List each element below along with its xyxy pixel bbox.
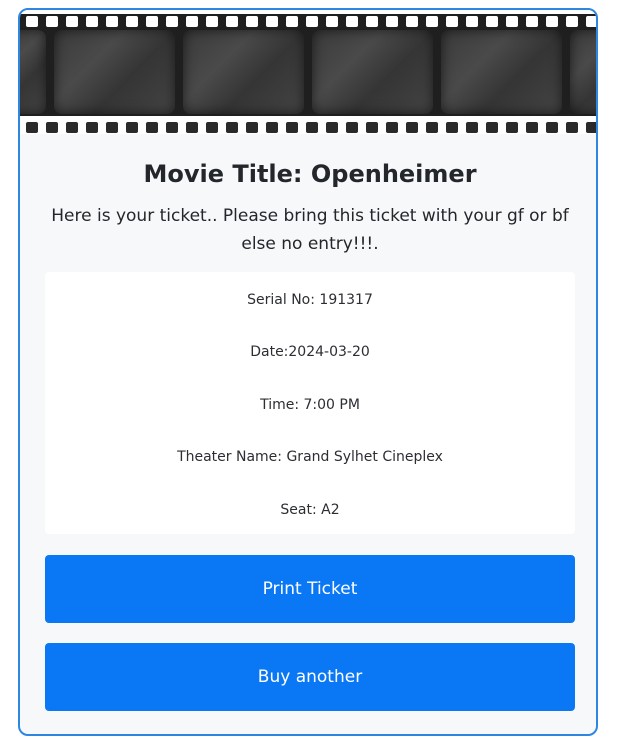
sprocket-hole — [86, 122, 98, 133]
sprocket-hole — [306, 16, 318, 27]
film-strip-image — [20, 10, 596, 134]
film-strip-bottom-holes — [26, 122, 596, 133]
sprocket-hole — [106, 122, 118, 133]
sprocket-hole — [306, 122, 318, 133]
sprocket-hole — [566, 122, 578, 133]
sprocket-hole — [26, 122, 38, 133]
film-frame — [20, 30, 46, 114]
sprocket-hole — [406, 122, 418, 133]
sprocket-hole — [46, 16, 58, 27]
sprocket-hole — [146, 122, 158, 133]
sprocket-hole — [246, 16, 258, 27]
sprocket-hole — [466, 16, 478, 27]
sprocket-hole — [366, 122, 378, 133]
ticket-card: Movie Title: Openheimer Here is your tic… — [18, 8, 598, 736]
sprocket-hole — [226, 122, 238, 133]
sprocket-hole — [246, 122, 258, 133]
sprocket-hole — [526, 122, 538, 133]
sprocket-hole — [426, 122, 438, 133]
show-date: Date:2024-03-20 — [250, 344, 370, 360]
sprocket-hole — [486, 122, 498, 133]
sprocket-hole — [466, 122, 478, 133]
sprocket-hole — [266, 122, 278, 133]
sprocket-hole — [386, 122, 398, 133]
film-frame — [54, 30, 175, 114]
sprocket-hole — [406, 16, 418, 27]
sprocket-hole — [106, 16, 118, 27]
sprocket-hole — [86, 16, 98, 27]
sprocket-hole — [566, 16, 578, 27]
film-frame — [441, 30, 562, 114]
sprocket-hole — [426, 16, 438, 27]
film-frame — [183, 30, 304, 114]
buy-another-button[interactable]: Buy another — [45, 643, 575, 711]
sprocket-hole — [326, 16, 338, 27]
sprocket-hole — [166, 122, 178, 133]
sprocket-hole — [286, 122, 298, 133]
theater-name: Theater Name: Grand Sylhet Cineplex — [177, 449, 443, 465]
print-ticket-button[interactable]: Print Ticket — [45, 555, 575, 623]
sprocket-hole — [366, 16, 378, 27]
sprocket-hole — [186, 16, 198, 27]
sprocket-hole — [446, 122, 458, 133]
sprocket-hole — [46, 122, 58, 133]
sprocket-hole — [166, 16, 178, 27]
sprocket-hole — [206, 122, 218, 133]
sprocket-hole — [326, 122, 338, 133]
film-frame — [312, 30, 433, 114]
sprocket-hole — [66, 122, 78, 133]
sprocket-hole — [506, 122, 518, 133]
sprocket-hole — [66, 16, 78, 27]
sprocket-hole — [486, 16, 498, 27]
ticket-message: Here is your ticket.. Please bring this … — [51, 206, 569, 254]
sprocket-hole — [506, 16, 518, 27]
sprocket-hole — [126, 122, 138, 133]
sprocket-hole — [586, 122, 596, 133]
sprocket-hole — [146, 16, 158, 27]
sprocket-hole — [446, 16, 458, 27]
sprocket-hole — [186, 122, 198, 133]
sprocket-hole — [26, 16, 38, 27]
sprocket-hole — [286, 16, 298, 27]
movie-title: Movie Title: Openheimer — [143, 160, 477, 188]
ticket-details-panel: Serial No: 191317 Date:2024-03-20 Time: … — [45, 272, 575, 534]
sprocket-hole — [346, 122, 358, 133]
sprocket-hole — [346, 16, 358, 27]
sprocket-hole — [266, 16, 278, 27]
serial-number: Serial No: 191317 — [247, 292, 373, 308]
sprocket-hole — [586, 16, 596, 27]
show-time: Time: 7:00 PM — [260, 397, 360, 413]
sprocket-hole — [226, 16, 238, 27]
film-frame — [570, 30, 596, 114]
film-strip-frames — [20, 30, 596, 114]
sprocket-hole — [526, 16, 538, 27]
film-strip-top-holes — [26, 16, 596, 27]
sprocket-hole — [546, 122, 558, 133]
sprocket-hole — [546, 16, 558, 27]
sprocket-hole — [206, 16, 218, 27]
sprocket-hole — [386, 16, 398, 27]
seat-number: Seat: A2 — [280, 502, 340, 518]
sprocket-hole — [126, 16, 138, 27]
